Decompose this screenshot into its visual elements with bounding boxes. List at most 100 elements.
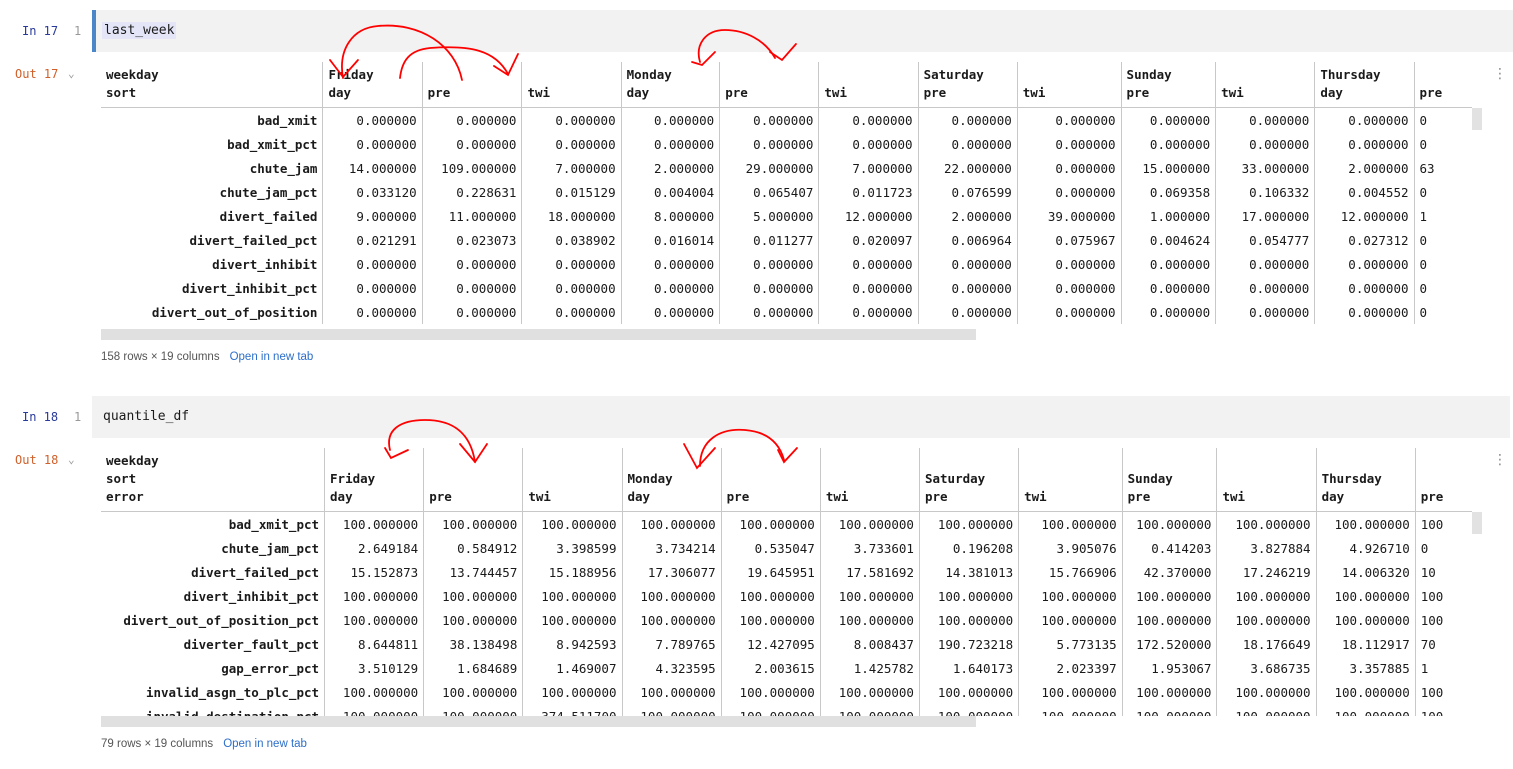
column-header[interactable]: Sunday pre	[1120, 62, 1216, 108]
column-header[interactable]: twi	[522, 448, 622, 512]
table-cell: 3.686735	[1216, 656, 1317, 680]
table-cell: 0.000000	[1120, 107, 1216, 132]
table-cell: 1.640173	[918, 656, 1019, 680]
table-cell: 0.228631	[421, 180, 522, 204]
column-header[interactable]: Saturday pre	[917, 62, 1018, 108]
table-cell: 0.000000	[1215, 276, 1315, 300]
table-cell: 0.000000	[322, 276, 423, 300]
index-header: weekday sort error	[101, 448, 325, 512]
table-cell: 0.000000	[719, 252, 819, 276]
table-cell: 100.000000	[819, 608, 920, 632]
code-cell[interactable]: last_week	[92, 10, 1513, 52]
table-cell: 100.000000	[324, 584, 424, 608]
vertical-scrollbar[interactable]	[1472, 512, 1482, 534]
table-cell: 70	[1414, 632, 1472, 656]
dataframe: weekday sort Friday day pre twi Monday day pr…	[101, 62, 1472, 324]
row-label: divert_inhibit_pct	[181, 280, 318, 296]
column-header[interactable]: twi	[818, 62, 919, 108]
table-cell: 172.520000	[1121, 632, 1217, 656]
table-cell: 100.000000	[621, 704, 722, 716]
table-cell: 100.000000	[1216, 511, 1317, 536]
table-cell: 100.000000	[720, 680, 821, 704]
row-label: divert_inhibit_pct	[183, 588, 320, 604]
column-header[interactable]: Saturday pre	[918, 448, 1019, 512]
column-header[interactable]: twi	[1215, 62, 1315, 108]
table-cell: 0.033120	[322, 180, 423, 204]
column-header[interactable]: twi	[1016, 62, 1122, 108]
row-label: diverter_fault_pct	[183, 636, 320, 652]
column-header[interactable]: twi	[1018, 448, 1123, 512]
table-cell: 0.076599	[917, 180, 1018, 204]
table-cell: 100	[1414, 584, 1472, 608]
column-header[interactable]: Monday day	[621, 448, 722, 512]
open-in-new-tab-link[interactable]: Open in new tab	[230, 351, 314, 363]
table-cell: 190.723218	[918, 632, 1019, 656]
column-header[interactable]: pre	[1414, 448, 1472, 512]
table-cell: 100.000000	[423, 608, 523, 632]
more-options-kebab-icon[interactable]: ⋮	[1493, 66, 1507, 82]
column-header[interactable]: twi	[1216, 448, 1317, 512]
table-cell: 0.000000	[1016, 300, 1122, 324]
table-cell: 0.015129	[521, 180, 622, 204]
code-cell[interactable]: quantile_df	[92, 396, 1510, 438]
table-cell: 1.684689	[423, 656, 523, 680]
table-cell: 3.398599	[522, 536, 622, 560]
more-options-kebab-icon[interactable]: ⋮	[1493, 452, 1507, 468]
table-cell: 1	[1414, 656, 1472, 680]
table-cell: 29.000000	[719, 156, 819, 180]
column-header[interactable]: Thursday day	[1314, 62, 1415, 108]
column-header[interactable]: Thursday day	[1315, 448, 1416, 512]
table-cell: 374.511700	[522, 704, 622, 716]
table-cell: 10	[1414, 560, 1472, 584]
table-cell: 15.188956	[522, 560, 622, 584]
table-cell: 63	[1413, 156, 1472, 180]
header-row: weekday sort error Friday day pre twi Monday…	[101, 448, 1472, 512]
table-cell: 14.381013	[918, 560, 1019, 584]
horizontal-scrollbar[interactable]	[101, 329, 976, 340]
collapse-output-chevron-icon[interactable]: ⌄	[68, 453, 75, 466]
table-row: divert_inhibit_pct 0.000000 0.000000 0.0000…	[101, 276, 1472, 300]
table-row: divert_failed 9.000000 11.000000 18.000000 8…	[101, 204, 1472, 228]
column-header[interactable]: Sunday pre	[1121, 448, 1217, 512]
vertical-scrollbar[interactable]	[1472, 108, 1482, 130]
table-cell: 0.054777	[1215, 228, 1315, 252]
table-cell: 0.000000	[620, 300, 720, 324]
column-header[interactable]: pre	[423, 448, 523, 512]
column-header[interactable]: pre	[719, 62, 819, 108]
column-header[interactable]: twi	[819, 448, 920, 512]
row-label: divert_out_of_position	[151, 304, 318, 320]
table-cell: 100.000000	[819, 511, 920, 536]
table-cell: 0.000000	[1120, 132, 1216, 156]
horizontal-scrollbar[interactable]	[101, 716, 976, 727]
table-cell: 100.000000	[1315, 511, 1416, 536]
table-cell: 100.000000	[918, 704, 1019, 716]
table-cell: 3.734214	[621, 536, 722, 560]
table-cell: 0	[1413, 276, 1472, 300]
code-text[interactable]: last_week	[102, 22, 177, 39]
table-cell: 0.000000	[1314, 276, 1415, 300]
table-cell: 5.000000	[719, 204, 819, 228]
column-header[interactable]: Friday day	[322, 62, 423, 108]
row-label: bad_xmit	[257, 112, 318, 128]
table-cell: 0.000000	[1314, 132, 1415, 156]
open-in-new-tab-link[interactable]: Open in new tab	[223, 738, 307, 750]
column-header[interactable]: Friday day	[324, 448, 424, 512]
table-cell: 0.000000	[1215, 300, 1315, 324]
column-header[interactable]: pre	[720, 448, 821, 512]
table-cell: 11.000000	[421, 204, 522, 228]
row-label: divert_failed_pct	[189, 232, 318, 248]
column-header[interactable]: pre	[421, 62, 522, 108]
column-header[interactable]: pre	[1413, 62, 1472, 108]
collapse-output-chevron-icon[interactable]: ⌄	[68, 67, 75, 80]
table-cell: 0	[1414, 536, 1472, 560]
column-header[interactable]: twi	[521, 62, 622, 108]
table-cell: 0.000000	[719, 300, 819, 324]
table-cell: 1.000000	[1120, 204, 1216, 228]
table-cell: 109.000000	[421, 156, 522, 180]
column-header[interactable]: Monday day	[620, 62, 720, 108]
code-text[interactable]: quantile_df	[101, 408, 191, 425]
table-cell: 100.000000	[1315, 584, 1416, 608]
table-cell: 100.000000	[1018, 584, 1123, 608]
table-cell: 0.000000	[1314, 300, 1415, 324]
table-cell: 0.000000	[322, 252, 423, 276]
